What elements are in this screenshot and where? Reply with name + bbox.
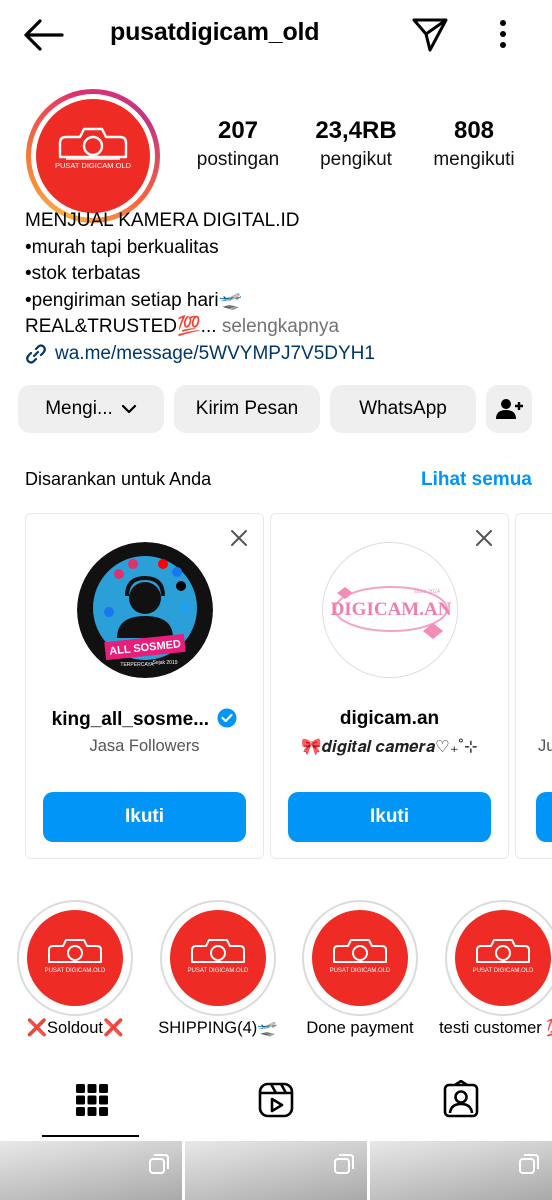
svg-text:DIGICAM.AN: DIGICAM.AN — [330, 599, 451, 620]
tagged-icon[interactable] — [441, 1080, 481, 1120]
suggestion-subtitle: Ju — [538, 737, 552, 755]
bio-line-last: REAL&TRUSTED💯... selengkapnya — [25, 314, 535, 341]
svg-text:PUSAT DIGICAM.OLD: PUSAT DIGICAM.OLD — [45, 968, 106, 974]
camera-logo-icon: PUSAT DIGICAM.OLD — [330, 939, 391, 974]
suggestion-avatar: since 2024 DIGICAM.AN — [321, 542, 458, 678]
see-more-link[interactable]: selengkapnya — [222, 316, 339, 337]
highlight-label: SHIPPING(4)🛫 — [158, 1019, 278, 1037]
suggestion-card[interactable]: Ju — [515, 513, 552, 859]
stat-posts-value: 207 — [217, 117, 259, 144]
bio-link[interactable]: wa.me/message/5WVYMPJ7V5DYH1 — [25, 341, 535, 368]
close-icon[interactable] — [474, 528, 494, 548]
story-highlight[interactable]: PUSAT DIGICAM.OLD ❌Soldout❌ — [17, 900, 133, 1038]
stat-followers[interactable]: 23,4RB pengikut — [312, 116, 400, 174]
close-icon[interactable] — [229, 528, 249, 548]
camera-logo-icon: PUSAT DIGICAM.OLD — [188, 939, 249, 974]
stat-posts[interactable]: 207 postingan — [192, 116, 284, 174]
story-highlight[interactable]: PUSAT DIGICAM.OLD SHIPPING(4)🛫 — [158, 900, 278, 1038]
bio-link-text: wa.me/message/5WVYMPJ7V5DYH1 — [55, 342, 375, 364]
arrow-left-icon[interactable] — [22, 18, 64, 52]
stat-posts-label: postingan — [196, 149, 280, 170]
highlight-label: Done payment — [306, 1019, 414, 1037]
camera-logo-icon: PUSAT DIGICAM.OLD — [473, 939, 534, 974]
following-button[interactable]: Mengi... — [18, 385, 164, 433]
suggestion-avatar: ALL SOSMED TERPERCAYA Sejak 2019 — [76, 542, 213, 678]
paper-plane-icon[interactable] — [410, 14, 450, 54]
link-icon — [26, 344, 46, 364]
svg-text:since 2024: since 2024 — [414, 589, 440, 595]
chevron-down-icon — [121, 404, 136, 414]
carousel-icon — [334, 1154, 354, 1174]
suggestion-card[interactable]: since 2024 DIGICAM.AN digicam.an 🎀𝒅𝒊𝒈𝒊𝒕𝒂… — [270, 513, 509, 859]
stat-followers-value: 23,4RB — [315, 117, 397, 144]
verified-badge-icon — [217, 708, 237, 728]
svg-text:PUSAT DIGICAM.OLD: PUSAT DIGICAM.OLD — [473, 968, 534, 974]
post-thumbnail[interactable] — [370, 1141, 552, 1200]
story-highlight[interactable]: PUSAT DIGICAM.OLD Done payment — [302, 900, 418, 1038]
stat-following-label: mengikuti — [433, 149, 515, 170]
highlight-label: testi customer 💯 — [439, 1019, 552, 1037]
svg-text:Sejak 2019: Sejak 2019 — [152, 660, 177, 666]
story-highlight[interactable]: PUSAT DIGICAM.OLD testi customer 💯 — [439, 900, 552, 1038]
profile-screen: pusatdigicam_old PUSAT DIGICAM.OLD 207 p… — [0, 0, 552, 1200]
suggestions-title: Disarankan untuk Anda — [25, 469, 212, 489]
follow-button[interactable] — [536, 792, 552, 842]
follow-button[interactable]: Ikuti — [43, 792, 246, 842]
more-vertical-icon[interactable] — [490, 16, 516, 52]
suggestion-name[interactable]: king_all_sosme... — [26, 708, 263, 731]
avatar[interactable]: PUSAT DIGICAM.OLD — [26, 89, 160, 223]
top-bar: pusatdigicam_old — [0, 0, 552, 70]
reels-icon[interactable] — [256, 1080, 296, 1120]
suggestion-subtitle: Jasa Followers — [89, 737, 200, 755]
follow-button[interactable]: Ikuti — [288, 792, 491, 842]
camera-logo-icon: PUSAT DIGICAM.OLD — [55, 127, 132, 170]
bio-text: REAL&TRUSTED💯... — [25, 316, 217, 337]
carousel-icon — [519, 1154, 539, 1174]
suggestion-name[interactable]: digicam.an — [271, 708, 508, 730]
svg-text:PUSAT DIGICAM.OLD: PUSAT DIGICAM.OLD — [330, 968, 391, 974]
carousel-icon — [149, 1154, 169, 1174]
see-all-link[interactable]: Lihat semua — [421, 469, 532, 491]
bio-line: •stok terbatas — [25, 263, 141, 284]
stat-followers-label: pengikut — [320, 149, 392, 170]
bio: MENJUAL KAMERA DIGITAL.ID •murah tapi be… — [25, 208, 535, 367]
stat-following-value: 808 — [453, 117, 495, 144]
bio-line: MENJUAL KAMERA DIGITAL.ID — [25, 210, 300, 231]
svg-text:TERPERCAYA: TERPERCAYA — [120, 662, 154, 668]
bio-line: •pengiriman setiap hari🛫 — [25, 289, 243, 311]
highlight-label: ❌Soldout❌ — [26, 1019, 124, 1037]
grid-icon[interactable] — [72, 1080, 112, 1120]
camera-logo-icon: PUSAT DIGICAM.OLD — [45, 939, 106, 974]
add-person-icon — [496, 399, 523, 419]
whatsapp-button[interactable]: WhatsApp — [330, 385, 476, 433]
bio-line: •murah tapi berkualitas — [25, 236, 219, 258]
suggestion-card[interactable]: ALL SOSMED TERPERCAYA Sejak 2019 king_al… — [25, 513, 264, 859]
post-thumbnail[interactable] — [185, 1141, 367, 1200]
svg-text:PUSAT DIGICAM.OLD: PUSAT DIGICAM.OLD — [55, 161, 132, 170]
message-button[interactable]: Kirim Pesan — [174, 385, 320, 433]
active-tab-indicator — [42, 1135, 139, 1137]
profile-username: pusatdigicam_old — [110, 18, 320, 46]
svg-text:PUSAT DIGICAM.OLD: PUSAT DIGICAM.OLD — [188, 968, 249, 974]
stat-following[interactable]: 808 mengikuti — [428, 116, 520, 174]
suggestion-subtitle: 🎀𝒅𝒊𝒈𝒊𝒕𝒂𝒍 𝒄𝒂𝒎𝒆𝒓𝒂♡₊˚⊹ — [301, 738, 478, 756]
following-button-label: Mengi... — [45, 398, 113, 419]
post-thumbnail[interactable] — [0, 1141, 182, 1200]
suggest-people-button[interactable] — [486, 385, 532, 433]
